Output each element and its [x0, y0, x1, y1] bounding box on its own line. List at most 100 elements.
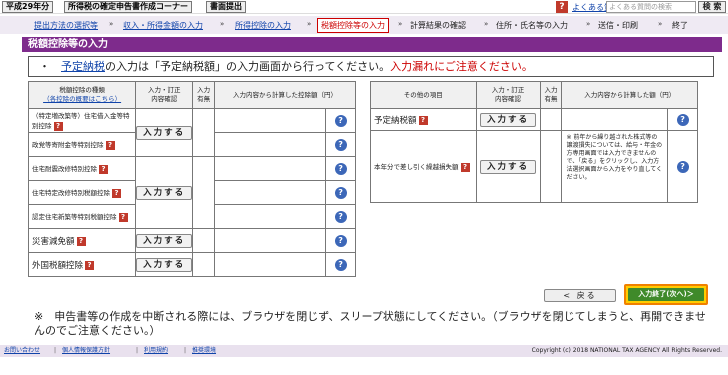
notice-bullet: ・ — [39, 60, 50, 73]
step-send-print: 送信・印刷 — [598, 21, 638, 30]
finish-input-label: 入力終了(次へ)＞ — [628, 288, 704, 301]
help-cell: ? — [325, 156, 356, 181]
step-arrow-icon: » — [109, 20, 114, 28]
row-label-text: 住宅耐震改修特別控除 — [32, 165, 97, 174]
step-navigation: 提出方法の選択等 » 収入・所得金額の入力 » 所得控除の入力 » 税額控除等の… — [0, 16, 728, 34]
help-icon[interactable]: ? — [334, 234, 347, 247]
row-label: （特定増改築等）住宅借入金等特別控除? — [27, 108, 137, 133]
input-button[interactable]: 入力する — [136, 125, 193, 140]
step-submit-method[interactable]: 提出方法の選択等 — [34, 20, 98, 31]
question-icon[interactable]: ? — [418, 115, 428, 125]
help-icon[interactable]: ? — [676, 113, 689, 126]
footer-separator: | — [184, 347, 187, 354]
question-icon[interactable]: ? — [53, 121, 63, 131]
copyright: Copyright (c) 2018 NATIONAL TAX AGENCY A… — [531, 347, 722, 354]
input-button[interactable]: 入力する — [136, 233, 193, 248]
footer-separator: | — [54, 347, 57, 354]
amount-cell — [214, 228, 327, 253]
help-cell: ? — [325, 132, 356, 157]
question-icon[interactable]: ? — [105, 140, 115, 150]
step-finish: 終了 — [672, 21, 688, 30]
row-label-text: 予定納税額 — [374, 115, 417, 126]
table-row: 災害減免額? 入力する ? — [27, 228, 356, 253]
status-cell — [192, 228, 216, 253]
amount-cell — [214, 204, 327, 229]
footer-terms-link[interactable]: 利用規約 — [144, 345, 168, 357]
year-button[interactable]: 平成29年分 — [2, 1, 54, 13]
header-amount: 入力内容から計算した額（円） — [561, 81, 698, 109]
question-icon[interactable]: ? — [85, 260, 95, 270]
step-income[interactable]: 収入・所得金額の入力 — [123, 20, 203, 31]
search-button[interactable]: 検 索 — [698, 1, 726, 13]
suspend-note: ※ 申告書等の作成を中断される際には、ブラウザを閉じず、スリープ状態にしてくださ… — [34, 310, 706, 337]
help-cell: ? — [325, 180, 356, 205]
corner-button[interactable]: 所得税の確定申告書作成コーナー — [64, 1, 192, 13]
row-label-text: 住宅特定改修特別税額控除 — [32, 189, 110, 198]
footer-separator: | — [136, 347, 139, 354]
footer-privacy-link[interactable]: 個人情報保護方針 — [62, 345, 110, 357]
input-button[interactable]: 入力する — [480, 112, 537, 127]
row-label: 住宅特定改修特別税額控除? — [27, 180, 137, 205]
amount-cell — [214, 132, 327, 157]
question-icon[interactable]: ? — [76, 236, 86, 246]
help-icon[interactable]: ? — [334, 210, 347, 223]
step-deduction[interactable]: 所得控除の入力 — [235, 20, 291, 31]
status-cell — [192, 252, 216, 277]
help-icon[interactable]: ? — [334, 114, 347, 127]
question-icon[interactable]: ? — [99, 164, 108, 174]
step-arrow-icon: » — [586, 20, 591, 28]
input-cell: 入力する — [475, 130, 541, 203]
help-cell: ? — [325, 204, 356, 229]
header-input: 入力・訂正 内容確認 — [135, 81, 194, 109]
footer-contact-link[interactable]: お問い合わせ — [4, 345, 40, 357]
print-submit-button[interactable]: 書面提出 — [206, 1, 246, 13]
finish-input-next-button[interactable]: 入力終了(次へ)＞ — [624, 284, 708, 305]
footer-env-link[interactable]: 推奨環境 — [192, 345, 216, 357]
step-address: 住所・氏名等の入力 — [496, 21, 568, 30]
row-label: 本年分で差し引く繰越損失額? — [370, 130, 477, 203]
amount-cell — [214, 180, 327, 205]
table-row: 外国税額控除? 入力する ? — [27, 252, 356, 277]
help-icon[interactable]: ? — [334, 258, 347, 271]
row-label: 認定住宅新築等特別税額控除? — [27, 204, 137, 229]
status-cell — [539, 108, 563, 131]
notice-text: の入力は「予定納税額」の入力画面から行ってください。 — [105, 60, 391, 73]
step-tax-credit-current: 税額控除等の入力 — [317, 18, 389, 33]
header-item: その他の項目 — [370, 81, 477, 109]
input-cell: 入力する — [135, 228, 194, 253]
header-amount: 入力内容から計算した控除額（円） — [214, 81, 356, 109]
row-label-text: 政党等寄附金等特別控除 — [32, 141, 104, 150]
help-icon[interactable]: ? — [676, 160, 689, 173]
help-cell: ? — [325, 108, 356, 133]
back-button[interactable]: < 戻る — [544, 289, 616, 302]
help-icon[interactable]: ? — [334, 138, 347, 151]
question-icon[interactable]: ? — [460, 162, 470, 172]
input-button[interactable]: 入力する — [136, 185, 193, 200]
input-cell: 入力する — [135, 252, 194, 277]
table-row: 本年分で差し引く繰越損失額? 入力する ※ 前年から繰り越された株式等の譲渡損失… — [370, 130, 698, 203]
page-title: 税額控除等の入力 — [22, 37, 722, 52]
question-icon[interactable]: ? — [112, 188, 121, 198]
input-cell: 入力する — [135, 108, 194, 157]
question-icon[interactable]: ? — [118, 212, 128, 222]
status-cell — [192, 156, 216, 229]
amount-cell — [561, 108, 669, 131]
step-arrow-icon: » — [484, 20, 489, 28]
input-button[interactable]: 入力する — [136, 257, 193, 272]
step-arrow-icon: » — [220, 20, 225, 28]
help-icon[interactable]: ? — [334, 186, 347, 199]
prepaid-tax-link[interactable]: 予定納税 — [61, 60, 105, 73]
table-row: 住宅耐震改修特別控除? 入力する ? — [27, 156, 356, 229]
help-cell: ? — [325, 228, 356, 253]
help-cell: ? — [667, 130, 698, 203]
step-arrow-icon: » — [307, 20, 312, 28]
row-label-text: 認定住宅新築等特別税額控除 — [32, 213, 117, 222]
help-icon[interactable]: ? — [334, 162, 347, 175]
overview-link[interactable]: （各控除の概要はこちら） — [43, 95, 121, 103]
header-status: 入力 有無 — [539, 81, 563, 109]
header-status: 入力 有無 — [192, 81, 216, 109]
step-result: 計算結果の確認 — [410, 21, 466, 30]
faq-search-input[interactable]: よくある質問の検索 — [606, 1, 696, 13]
help-cell: ? — [667, 108, 698, 131]
input-button[interactable]: 入力する — [480, 159, 537, 174]
